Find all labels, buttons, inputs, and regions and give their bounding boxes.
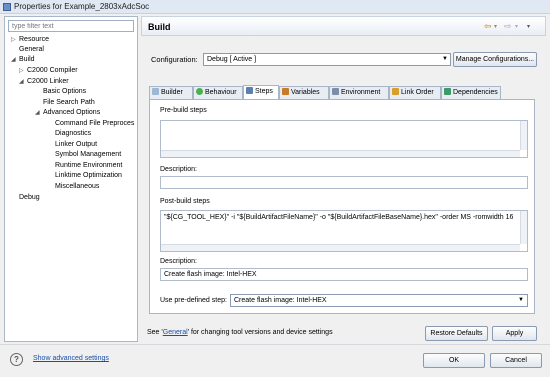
- ok-button[interactable]: OK: [423, 353, 485, 368]
- dropdown-arrow-icon: ▼: [442, 56, 448, 62]
- tab-link-order[interactable]: Link Order: [389, 86, 441, 99]
- post-build-description-field[interactable]: Create flash image: Intel-HEX: [160, 268, 528, 281]
- environment-icon: [332, 88, 339, 95]
- tree-item-compiler[interactable]: ▷ C2000 Compiler: [19, 66, 78, 76]
- view-menu-icon[interactable]: ▾: [527, 23, 530, 30]
- restore-defaults-button[interactable]: Restore Defaults: [425, 326, 488, 341]
- title-bar: Properties for Example_2803xAdcSoc: [0, 0, 550, 14]
- tree-item-linker-output[interactable]: Linker Output: [55, 140, 97, 150]
- tree-item-linktime-optimization[interactable]: Linktime Optimization: [55, 171, 122, 181]
- tree-item-symbol-management[interactable]: Symbol Management: [55, 150, 121, 160]
- window-title: Properties for Example_2803xAdcSoc: [14, 2, 150, 11]
- tree-item-debug[interactable]: Debug: [19, 193, 40, 203]
- forward-menu-icon[interactable]: ▾: [515, 23, 518, 30]
- collapse-arrow-icon[interactable]: ◢: [35, 108, 43, 118]
- collapse-arrow-icon[interactable]: ◢: [19, 77, 27, 87]
- post-build-vertical-scrollbar[interactable]: [520, 211, 527, 244]
- dependencies-icon: [444, 88, 451, 95]
- expand-arrow-icon[interactable]: ▷: [11, 35, 19, 45]
- tree-item-runtime-environment[interactable]: Runtime Environment: [55, 161, 122, 171]
- pre-build-vertical-scrollbar[interactable]: [520, 121, 527, 150]
- tree-item-advanced-options[interactable]: ◢ Advanced Options: [35, 108, 100, 118]
- page-title: Build: [148, 22, 171, 32]
- general-link[interactable]: General: [163, 329, 188, 336]
- predefined-step-label: Use pre-defined step:: [160, 297, 227, 304]
- pre-build-description-label: Description:: [160, 166, 197, 173]
- back-arrow-icon[interactable]: ⇦: [484, 21, 492, 32]
- cancel-button[interactable]: Cancel: [490, 353, 542, 368]
- configuration-select[interactable]: Debug [ Active ] ▼: [203, 53, 451, 66]
- steps-panel: Pre-build steps Description: Post-build …: [149, 99, 535, 314]
- tab-environment[interactable]: Environment: [329, 86, 389, 99]
- manage-configurations-button[interactable]: Manage Configurations...: [453, 52, 537, 67]
- tree-item-file-search-path[interactable]: File Search Path: [43, 98, 95, 108]
- post-build-description-label: Description:: [160, 258, 197, 265]
- tab-dependencies[interactable]: Dependencies: [441, 86, 501, 99]
- configuration-row: Configuration: Debug [ Active ] ▼ Manage…: [141, 52, 546, 68]
- tab-steps[interactable]: Steps: [243, 85, 279, 99]
- tree-item-basic-options[interactable]: Basic Options: [43, 87, 86, 97]
- apply-button[interactable]: Apply: [492, 326, 537, 341]
- tab-behaviour[interactable]: Behaviour: [193, 86, 243, 99]
- behaviour-icon: [196, 88, 203, 95]
- general-settings-note: See 'General' for changing tool versions…: [147, 329, 333, 336]
- pre-build-horizontal-scrollbar[interactable]: [161, 150, 520, 157]
- back-menu-icon[interactable]: ▾: [494, 23, 497, 30]
- pre-build-description-field[interactable]: [160, 176, 528, 189]
- tree-item-linker[interactable]: ◢ C2000 Linker: [19, 77, 69, 87]
- tree-item-miscellaneous[interactable]: Miscellaneous: [55, 182, 99, 192]
- steps-icon: [246, 87, 253, 94]
- tree-item-cmd-file-preprocessing[interactable]: Command File Preproces: [55, 119, 134, 129]
- collapse-arrow-icon[interactable]: ◢: [11, 55, 19, 65]
- dropdown-arrow-icon: ▼: [518, 297, 524, 303]
- tree-item-build[interactable]: ◢ Build: [11, 55, 35, 65]
- app-icon: [3, 3, 11, 11]
- tree-item-resource[interactable]: ▷ Resource: [11, 35, 49, 45]
- forward-arrow-icon[interactable]: ⇨: [504, 21, 512, 32]
- help-icon[interactable]: ?: [10, 353, 23, 366]
- builder-icon: [152, 88, 159, 95]
- configuration-label: Configuration:: [151, 55, 198, 64]
- post-build-horizontal-scrollbar[interactable]: [161, 244, 520, 251]
- tab-builder[interactable]: Builder: [149, 86, 193, 99]
- link-order-icon: [392, 88, 399, 95]
- filter-input[interactable]: [8, 20, 134, 32]
- navigation-pane: ▷Resource General ◢Build ▷C2000 Compiler…: [4, 16, 138, 342]
- expand-arrow-icon[interactable]: ▷: [19, 66, 27, 76]
- pre-build-steps-label: Pre-build steps: [160, 107, 207, 114]
- show-advanced-settings-link[interactable]: Show advanced settings: [33, 355, 109, 362]
- page-header: Build ⇦ ▾ ⇨ ▾ ▾: [141, 16, 546, 36]
- tab-variables[interactable]: Variables: [279, 86, 329, 99]
- predefined-step-select[interactable]: Create flash image: Intel-HEX ▼: [230, 294, 528, 307]
- variables-icon: [282, 88, 289, 95]
- dialog-footer: ? Show advanced settings OK Cancel: [0, 344, 550, 377]
- content-pane: Build ⇦ ▾ ⇨ ▾ ▾ Configuration: Debug [ A…: [141, 16, 546, 342]
- tree-item-diagnostics[interactable]: Diagnostics: [55, 129, 91, 139]
- post-build-steps-label: Post-build steps: [160, 198, 210, 205]
- tree-item-general[interactable]: General: [19, 45, 44, 55]
